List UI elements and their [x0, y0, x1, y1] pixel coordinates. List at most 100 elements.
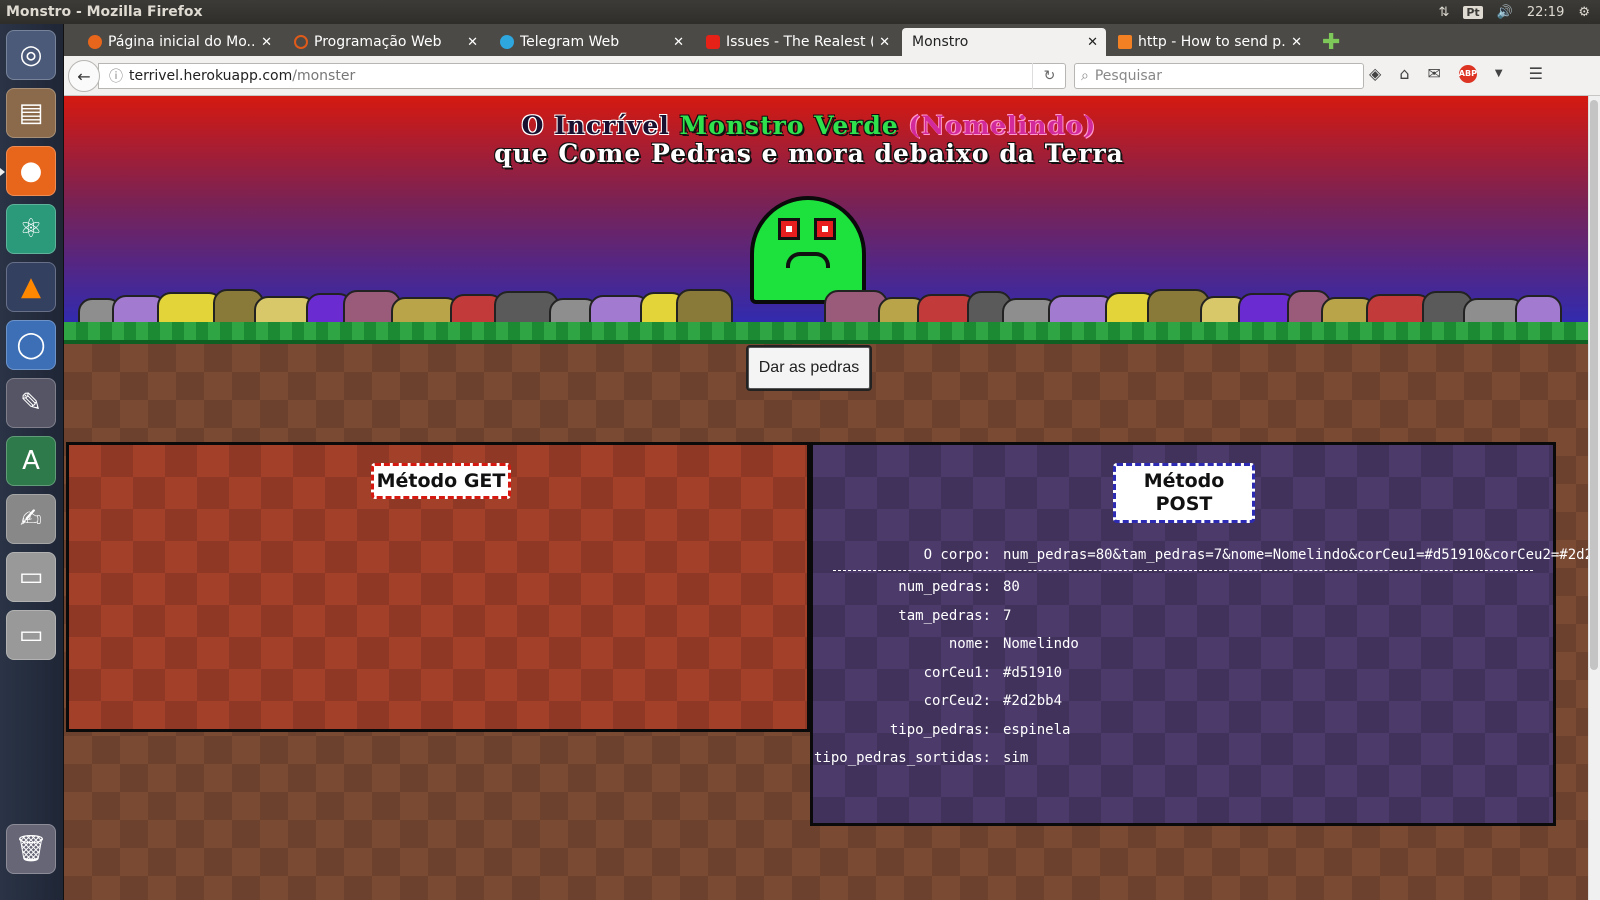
tab-label: Monstro: [912, 34, 969, 50]
param-row: corCeu1: #d51910: [813, 665, 1553, 694]
youtube-favicon-icon: [706, 35, 720, 49]
param-value: sim: [1003, 750, 1029, 766]
back-button[interactable]: ←: [68, 60, 100, 92]
reload-icon[interactable]: ↻: [1032, 63, 1066, 89]
post-panel: Método POST O corpo: num_pedras=80&tam_p…: [810, 442, 1600, 826]
tab-label: Telegram Web: [520, 34, 620, 50]
close-icon[interactable]: ✕: [1291, 35, 1302, 50]
drive-icon[interactable]: ▭: [6, 552, 56, 602]
param-value: Nomelindo: [1003, 636, 1079, 652]
monster-mouth: [786, 252, 830, 268]
param-key: tipo_pedras:: [889, 721, 991, 738]
tab[interactable]: Programação Web ✕: [286, 28, 486, 56]
nav-bar: ⓘ terrivel.herokuapp.com/monster ← ↻ ⌕ P…: [64, 56, 1600, 96]
home-icon[interactable]: ⌂: [1399, 64, 1409, 83]
adblock-icon[interactable]: ABP: [1459, 64, 1477, 83]
text-editor-icon[interactable]: ✍: [6, 494, 56, 544]
tab-label: Programação Web: [314, 34, 442, 50]
close-icon[interactable]: ✕: [467, 35, 478, 50]
tab[interactable]: Página inicial do Mo... ✕: [80, 28, 280, 56]
close-icon[interactable]: ✕: [879, 35, 890, 50]
grass: [64, 322, 1600, 344]
atom-icon[interactable]: ⚛: [6, 204, 56, 254]
param-value: #2d2bb4: [1003, 693, 1063, 709]
files-icon[interactable]: ▤: [6, 88, 56, 138]
param-value: 7: [1003, 607, 1012, 624]
new-tab-icon[interactable]: ✚: [1322, 30, 1340, 55]
info-icon[interactable]: ⓘ: [109, 66, 123, 86]
dar-as-pedras-button[interactable]: Dar as pedras: [748, 347, 870, 389]
param-value: 80: [1003, 579, 1020, 595]
tab-label: http - How to send p...: [1138, 34, 1286, 50]
system-gear-icon[interactable]: ⚙: [1578, 5, 1590, 20]
corpo-value: num_pedras=80&tam_pedras=7&nome=Nomelind…: [1003, 547, 1600, 563]
param-row: corCeu2: #2d2bb4: [813, 693, 1553, 722]
search-placeholder: Pesquisar: [1094, 68, 1162, 84]
scrollbar[interactable]: [1588, 96, 1600, 900]
ubuntu-icon[interactable]: ◎: [6, 30, 56, 80]
corpo-row: O corpo: num_pedras=80&tam_pedras=7&nome…: [833, 547, 1600, 571]
dropdown-icon[interactable]: ▼: [1495, 68, 1503, 79]
back-arrow-icon: ←: [77, 66, 91, 86]
pocket-icon[interactable]: ◈: [1369, 64, 1381, 83]
param-row: nome: Nomelindo: [813, 636, 1553, 665]
keyboard-indicator[interactable]: Pt: [1463, 5, 1483, 19]
indicators: ⇅ Pt 🔊 22:19 ⚙: [1438, 5, 1600, 20]
tab-active[interactable]: Monstro ✕: [902, 28, 1106, 56]
tab-bar: Página inicial do Mo... ✕ Programação We…: [64, 24, 1600, 56]
post-body: O corpo: num_pedras=80&tam_pedras=7&nome…: [813, 547, 1600, 779]
post-title: Método POST: [1113, 463, 1255, 523]
stackoverflow-favicon-icon: [1118, 35, 1132, 49]
get-panel: Método GET: [66, 442, 810, 732]
get-title: Método GET: [371, 463, 511, 499]
tab[interactable]: Issues - The Realest (... ✕: [698, 28, 898, 56]
clock[interactable]: 22:19: [1527, 5, 1564, 20]
volume-icon[interactable]: 🔊: [1497, 5, 1513, 20]
param-value: #d51910: [1003, 664, 1063, 681]
close-icon[interactable]: ✕: [261, 35, 272, 50]
close-icon[interactable]: ✕: [1087, 35, 1098, 50]
running-pip: [0, 168, 5, 176]
param-row: tipo_pedras: espinela: [813, 722, 1553, 751]
drive-icon[interactable]: ▭: [6, 610, 56, 660]
vlc-icon[interactable]: ▲: [6, 262, 56, 312]
menu-icon[interactable]: ☰: [1529, 64, 1543, 83]
loading-favicon-icon: [294, 35, 308, 49]
param-value: espinela: [1003, 721, 1071, 738]
software-center-icon[interactable]: A: [6, 436, 56, 486]
monster-eye: [778, 218, 800, 240]
settings-icon[interactable]: ✎: [6, 378, 56, 428]
close-icon[interactable]: ✕: [673, 35, 684, 50]
title-line-2: que Come Pedras e mora debaixo da Terra: [494, 139, 1124, 168]
param-row: tam_pedras: 7: [813, 608, 1553, 637]
param-key: corCeu2:: [923, 693, 991, 709]
corpo-label: O corpo:: [923, 547, 991, 563]
firefox-icon[interactable]: ●: [6, 146, 56, 196]
search-input[interactable]: ⌕ Pesquisar: [1074, 63, 1364, 89]
param-row: num_pedras: 80: [813, 579, 1553, 608]
param-key: tipo_pedras_sortidas:: [813, 750, 991, 766]
telegram-favicon-icon: [500, 35, 514, 49]
tab-label: Página inicial do Mo...: [108, 34, 256, 50]
monster-eye: [814, 218, 836, 240]
tab[interactable]: Telegram Web ✕: [492, 28, 692, 56]
chat-icon[interactable]: ✉: [1427, 64, 1440, 83]
param-key: corCeu1:: [923, 664, 991, 681]
param-key: nome:: [948, 636, 991, 652]
param-key: num_pedras:: [898, 579, 991, 595]
network-icon[interactable]: ⇅: [1438, 5, 1449, 20]
url-path: /monster: [292, 68, 356, 84]
title-part-2: Monstro Verde: [679, 111, 899, 140]
scrollbar-thumb[interactable]: [1590, 100, 1598, 670]
firefox-favicon-icon: [88, 35, 102, 49]
chromium-icon[interactable]: ◯: [6, 320, 56, 370]
toolbar-icons: ◈ ⌂ ✉ ABP ▼ ☰: [1369, 64, 1543, 83]
launcher: ◎ ▤ ● ⚛ ▲ ◯ ✎ A ✍ ▭ ▭ 🗑: [0, 24, 64, 900]
param-row: tipo_pedras_sortidas: sim: [813, 750, 1553, 779]
tab-label: Issues - The Realest (...: [726, 34, 874, 50]
tab[interactable]: http - How to send p... ✕: [1110, 28, 1310, 56]
title-part-1: O Incrível: [521, 111, 670, 140]
url-bar[interactable]: ⓘ terrivel.herokuapp.com/monster: [98, 63, 1066, 89]
trash-icon[interactable]: 🗑: [6, 824, 56, 874]
param-key: tam_pedras:: [898, 607, 991, 624]
